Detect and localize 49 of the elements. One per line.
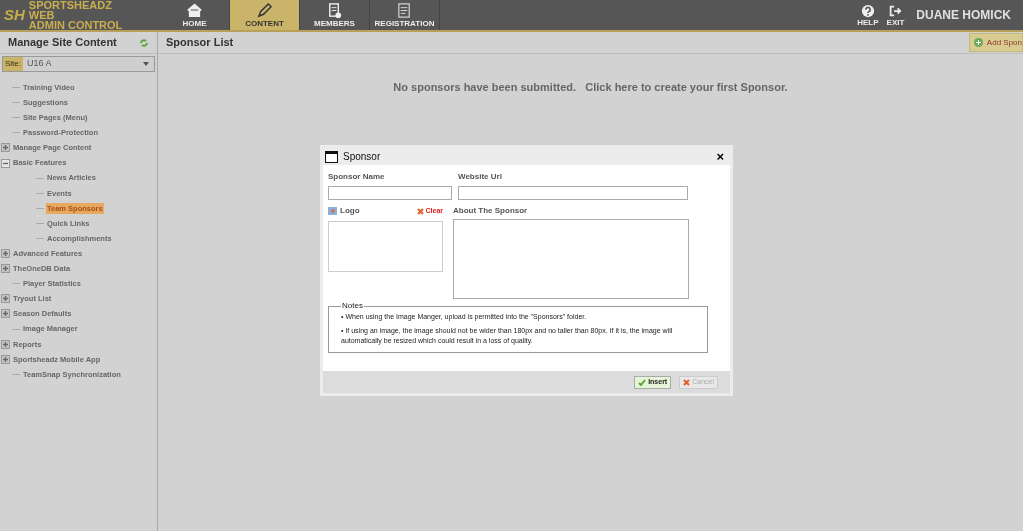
help-button[interactable]: HELP (857, 3, 879, 27)
logo-text: SPORTSHEADZ (28, 0, 113, 10)
notes-title: Notes (341, 300, 364, 312)
nav-tab[interactable]: CONTENT (230, 0, 300, 30)
expand-icon[interactable] (1, 339, 10, 349)
logo-text: ADMIN CONTROL (28, 20, 123, 30)
field-label: Website Url (458, 171, 503, 183)
close-button[interactable]: × (716, 150, 728, 163)
empty-message[interactable]: No sponsors have been submitted. Click here to create your first Sponsor. (158, 79, 1023, 96)
clipboard-icon (326, 2, 343, 19)
field-label: About The Sponsor (453, 205, 529, 217)
sidebar-title: Manage Site Content (8, 35, 117, 51)
x-icon (683, 378, 691, 386)
field-label: Sponsor Name (328, 171, 386, 183)
site-dropdown[interactable]: Site: U16 A (2, 56, 155, 72)
exit-icon (888, 3, 903, 18)
expand-icon[interactable] (1, 249, 10, 259)
sponsor-name-field[interactable] (328, 186, 452, 200)
expand-icon[interactable] (1, 143, 10, 153)
logo-text: WEB (28, 10, 56, 20)
nav-tab[interactable]: REGISTRATION (370, 0, 440, 30)
plus-icon (973, 38, 983, 47)
x-icon (417, 207, 425, 215)
expand-icon[interactable] (1, 309, 10, 319)
home-icon (186, 2, 203, 19)
refresh-icon[interactable] (139, 37, 149, 48)
expand-icon[interactable] (1, 294, 10, 304)
help-icon (860, 3, 875, 18)
page-title: Sponsor List (165, 35, 234, 51)
caret-icon (142, 61, 150, 67)
window-icon (325, 150, 338, 163)
user-name[interactable]: DUANE HOMICK (916, 6, 1023, 24)
check-icon (638, 378, 647, 386)
expand-icon[interactable] (1, 354, 10, 364)
about-field[interactable] (453, 219, 689, 299)
picture-icon (328, 207, 337, 215)
field-label: Logo (340, 205, 360, 217)
nav-tab[interactable]: MEMBERS (300, 0, 370, 30)
expand-icon[interactable] (1, 264, 10, 274)
pencil-icon (256, 2, 273, 19)
logo-mark: SH (4, 4, 25, 25)
collapse-icon[interactable] (1, 158, 10, 168)
site-label: Site: (3, 57, 23, 71)
form-icon (396, 2, 413, 19)
exit-button[interactable]: EXIT (886, 3, 905, 27)
dialog-title: Sponsor (343, 150, 381, 164)
add-sponsor-button[interactable]: Add Spon (968, 33, 1023, 52)
website-url-field[interactable] (458, 186, 688, 200)
site-value: U16 A (26, 57, 53, 71)
